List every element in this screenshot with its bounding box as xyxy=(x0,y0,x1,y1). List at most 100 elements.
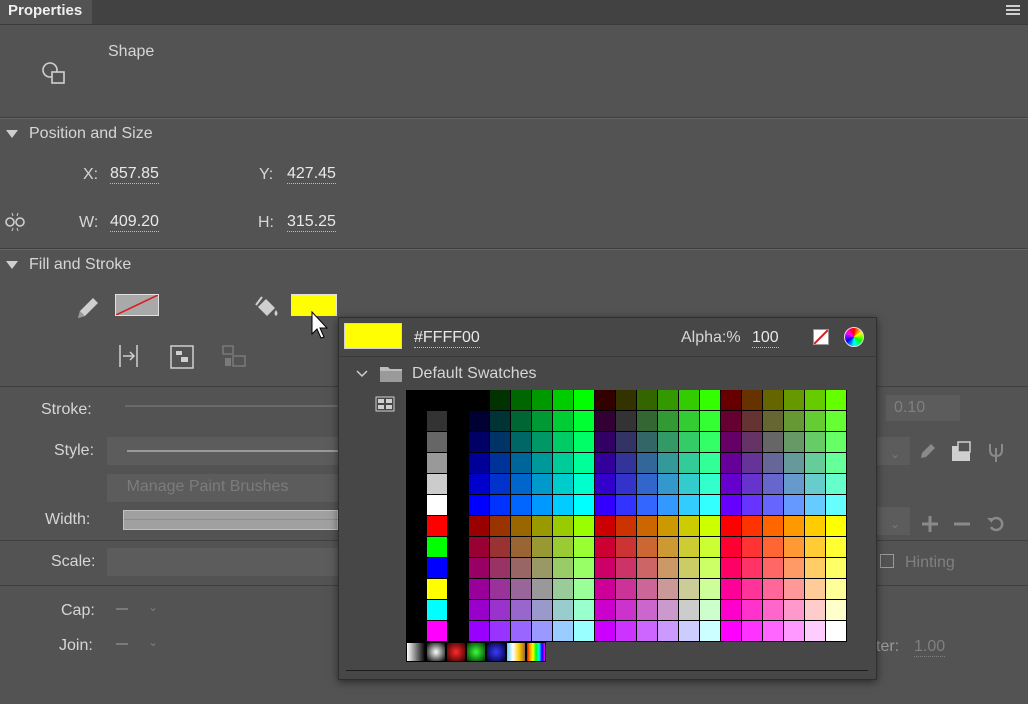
color-swatch[interactable] xyxy=(532,474,552,494)
color-swatch[interactable] xyxy=(574,474,594,494)
color-swatch[interactable] xyxy=(637,432,657,452)
color-swatch[interactable] xyxy=(595,411,615,431)
color-swatch[interactable] xyxy=(679,621,699,641)
color-swatch[interactable] xyxy=(490,537,510,557)
no-color-icon[interactable] xyxy=(813,329,829,345)
color-swatch[interactable] xyxy=(490,411,510,431)
color-swatch[interactable] xyxy=(805,537,825,557)
color-swatch[interactable] xyxy=(700,621,720,641)
color-swatch[interactable] xyxy=(700,516,720,536)
color-swatch[interactable] xyxy=(469,621,489,641)
gradient-swatch-radial-gray[interactable] xyxy=(426,642,446,662)
color-swatch[interactable] xyxy=(553,474,573,494)
swatch-group-title[interactable]: Default Swatches xyxy=(412,365,537,383)
color-swatch[interactable] xyxy=(532,558,552,578)
color-swatch[interactable] xyxy=(427,453,447,473)
color-swatch[interactable] xyxy=(784,474,804,494)
color-swatch[interactable] xyxy=(826,432,846,452)
color-swatch[interactable] xyxy=(469,453,489,473)
color-swatch[interactable] xyxy=(616,558,636,578)
color-swatch[interactable] xyxy=(490,558,510,578)
color-swatch[interactable] xyxy=(700,600,720,620)
color-swatch[interactable] xyxy=(532,495,552,515)
color-swatch[interactable] xyxy=(763,600,783,620)
color-swatch[interactable] xyxy=(637,516,657,536)
color-swatch[interactable] xyxy=(805,600,825,620)
color-swatch[interactable] xyxy=(616,579,636,599)
color-swatch[interactable] xyxy=(679,537,699,557)
collapse-position-size-icon[interactable] xyxy=(6,130,18,138)
color-swatch[interactable] xyxy=(658,495,678,515)
color-swatch[interactable] xyxy=(763,453,783,473)
swatch-grid[interactable] xyxy=(406,390,847,642)
color-swatch[interactable] xyxy=(742,579,762,599)
color-swatch[interactable] xyxy=(826,411,846,431)
color-swatch[interactable] xyxy=(679,474,699,494)
color-swatch[interactable] xyxy=(805,411,825,431)
color-swatch[interactable] xyxy=(427,474,447,494)
color-swatch[interactable] xyxy=(679,390,699,410)
w-value-field[interactable]: 409.20 xyxy=(110,213,159,232)
color-swatch[interactable] xyxy=(574,621,594,641)
color-swatch[interactable] xyxy=(469,537,489,557)
color-swatch[interactable] xyxy=(784,600,804,620)
color-swatch[interactable] xyxy=(616,411,636,431)
color-swatch[interactable] xyxy=(637,474,657,494)
chevron-down-icon[interactable] xyxy=(356,366,368,378)
manage-paint-brushes-button[interactable]: Manage Paint Brushes xyxy=(107,474,338,502)
color-swatch[interactable] xyxy=(742,453,762,473)
color-swatch[interactable] xyxy=(721,495,741,515)
color-swatch[interactable] xyxy=(637,558,657,578)
color-swatch[interactable] xyxy=(784,453,804,473)
color-wheel-icon[interactable] xyxy=(844,327,864,347)
color-swatch[interactable] xyxy=(763,621,783,641)
color-swatch[interactable] xyxy=(700,537,720,557)
color-swatch[interactable] xyxy=(469,390,489,410)
color-swatch[interactable] xyxy=(616,390,636,410)
color-swatch[interactable] xyxy=(574,432,594,452)
color-swatch[interactable] xyxy=(469,495,489,515)
color-swatch[interactable] xyxy=(427,411,447,431)
color-swatch[interactable] xyxy=(658,621,678,641)
color-swatch[interactable] xyxy=(763,516,783,536)
color-swatch[interactable] xyxy=(742,600,762,620)
color-swatch[interactable] xyxy=(427,432,447,452)
color-swatch[interactable] xyxy=(532,621,552,641)
color-swatch[interactable] xyxy=(616,600,636,620)
color-swatch[interactable] xyxy=(595,495,615,515)
tab-properties[interactable]: Properties xyxy=(0,0,92,24)
color-swatch[interactable] xyxy=(616,516,636,536)
color-swatch[interactable] xyxy=(511,558,531,578)
color-swatch[interactable] xyxy=(469,579,489,599)
color-swatch[interactable] xyxy=(595,453,615,473)
color-swatch[interactable] xyxy=(742,474,762,494)
color-swatch[interactable] xyxy=(805,453,825,473)
color-swatch[interactable] xyxy=(532,537,552,557)
color-swatch[interactable] xyxy=(700,453,720,473)
align-to-edge-icon[interactable] xyxy=(117,343,141,369)
color-swatch[interactable] xyxy=(763,411,783,431)
color-swatch[interactable] xyxy=(532,453,552,473)
color-swatch[interactable] xyxy=(784,621,804,641)
color-swatch[interactable] xyxy=(490,579,510,599)
color-swatch[interactable] xyxy=(679,432,699,452)
color-swatch[interactable] xyxy=(805,390,825,410)
stroke-value-field[interactable]: 0.10 xyxy=(886,395,960,421)
color-swatch[interactable] xyxy=(574,537,594,557)
color-swatch[interactable] xyxy=(511,621,531,641)
color-swatch[interactable] xyxy=(826,558,846,578)
color-swatch[interactable] xyxy=(574,600,594,620)
object-drawing-icon[interactable] xyxy=(169,344,195,370)
gradient-swatch-radial-red[interactable] xyxy=(446,642,466,662)
color-swatch[interactable] xyxy=(679,579,699,599)
color-swatch[interactable] xyxy=(721,453,741,473)
color-swatch[interactable] xyxy=(595,579,615,599)
color-swatch[interactable] xyxy=(553,453,573,473)
color-swatch[interactable] xyxy=(469,474,489,494)
color-swatch[interactable] xyxy=(595,621,615,641)
color-swatch[interactable] xyxy=(784,579,804,599)
color-swatch[interactable] xyxy=(742,537,762,557)
color-swatch[interactable] xyxy=(595,516,615,536)
color-swatch[interactable] xyxy=(616,432,636,452)
scale-dropdown[interactable] xyxy=(107,548,338,576)
